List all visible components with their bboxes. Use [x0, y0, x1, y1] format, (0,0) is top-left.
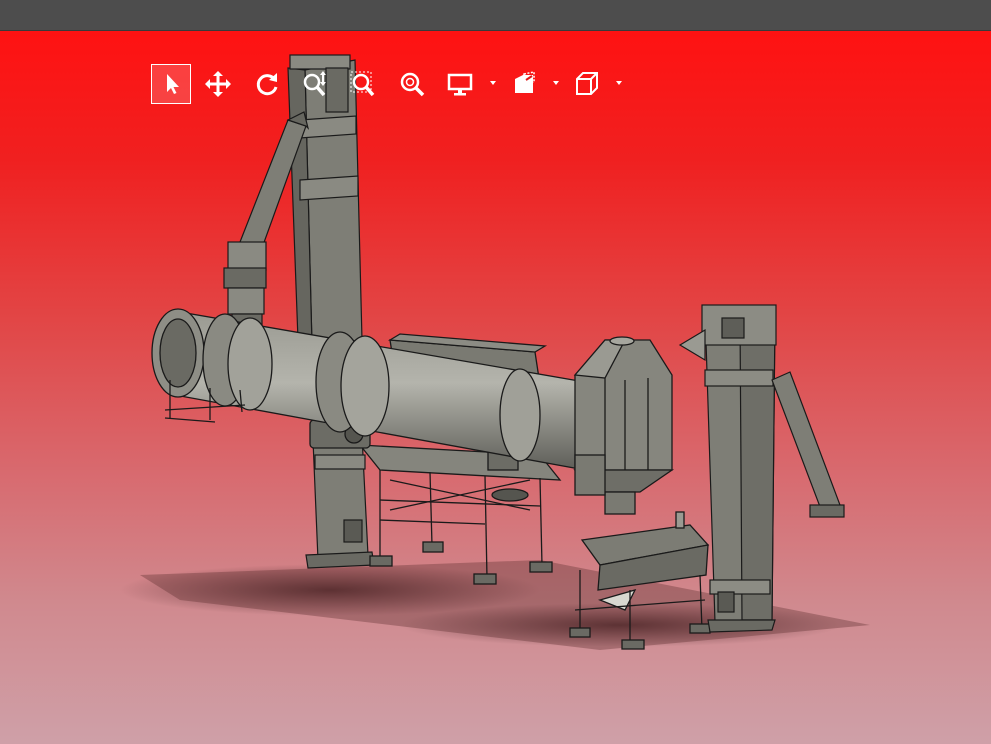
zoom-fit-button[interactable]	[392, 64, 432, 104]
select-tool-button[interactable]	[151, 64, 191, 104]
rotate-tool-button[interactable]	[247, 64, 287, 104]
rotate-icon	[256, 73, 278, 96]
section-view-dropdown-icon[interactable]	[551, 78, 561, 88]
zoom-fit-icon	[400, 72, 425, 97]
zoom-in-out-icon	[303, 71, 326, 97]
zoom-tool-button[interactable]	[295, 64, 335, 104]
model-scene[interactable]	[0, 31, 991, 744]
display-mode-dropdown-icon[interactable]	[488, 78, 498, 88]
window-title-bar	[0, 0, 991, 31]
3d-viewport[interactable]	[0, 31, 991, 744]
pan-move-icon	[205, 71, 231, 97]
pan-tool-button[interactable]	[198, 64, 238, 104]
section-view-icon	[515, 71, 535, 93]
display-mode-button[interactable]	[440, 64, 480, 104]
view-orientation-cube-icon	[576, 72, 598, 95]
zoom-window-button[interactable]	[343, 64, 383, 104]
display-mode-icon	[447, 73, 473, 96]
view-orientation-button[interactable]	[567, 64, 607, 104]
zoom-window-icon	[350, 71, 375, 97]
section-view-button[interactable]	[504, 64, 544, 104]
view-orientation-dropdown-icon[interactable]	[614, 78, 624, 88]
cyclone-dust-collector[interactable]	[573, 336, 675, 515]
select-arrow-icon	[167, 74, 179, 94]
view-toolbar	[150, 64, 630, 106]
right-bucket-elevator[interactable]	[678, 304, 845, 633]
